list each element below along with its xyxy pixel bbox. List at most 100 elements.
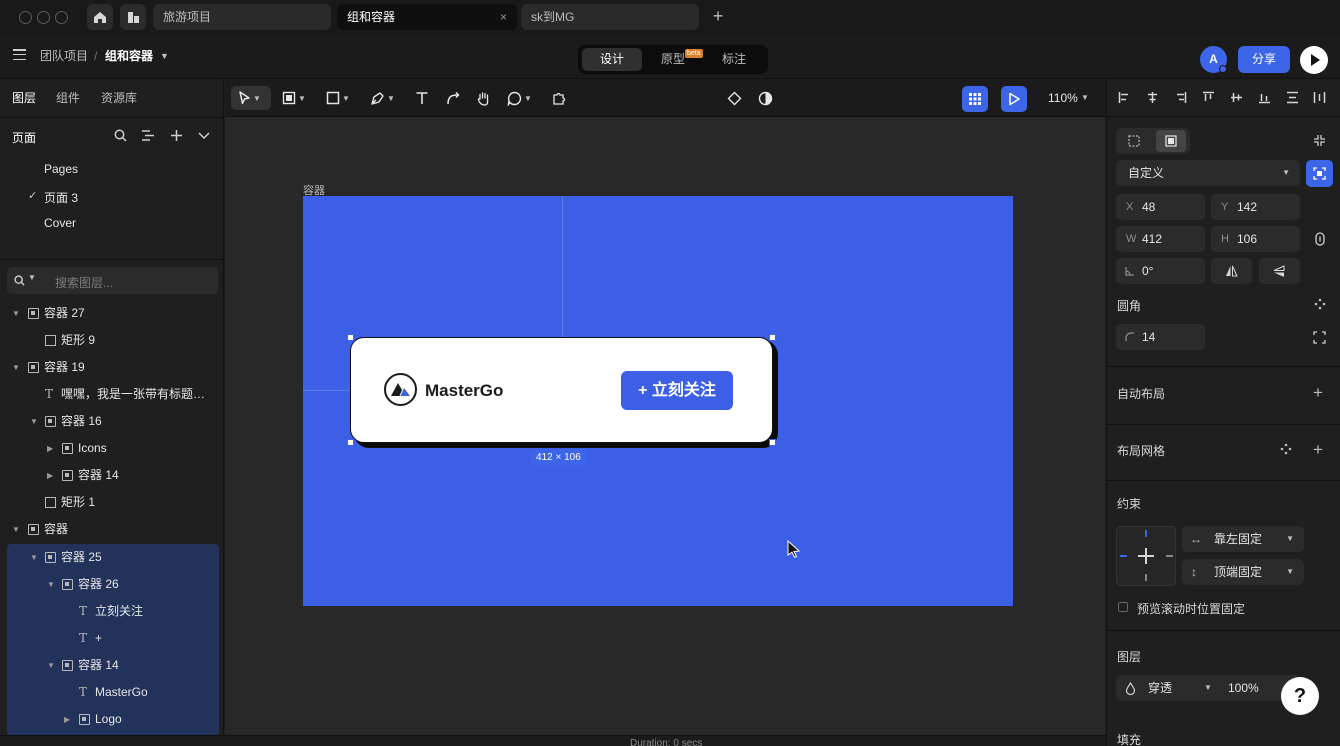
page-item-current[interactable]: 页面 3: [44, 189, 78, 206]
distribute-horizontal-icon[interactable]: [1313, 91, 1326, 104]
layer-row[interactable]: ▶ 容器 14: [0, 462, 224, 489]
flip-vertical-button[interactable]: [1259, 258, 1300, 284]
grid-styles-icon[interactable]: [1280, 443, 1292, 455]
tab-components[interactable]: 组件: [56, 79, 80, 117]
expand-caret-icon[interactable]: ▼: [12, 516, 20, 543]
align-left-icon[interactable]: [1118, 91, 1131, 104]
plugins-tool[interactable]: [551, 86, 566, 110]
help-button[interactable]: ?: [1281, 677, 1319, 715]
add-layout-grid-icon[interactable]: +: [1313, 441, 1323, 458]
sort-pages-icon[interactable]: [141, 129, 155, 142]
chevron-down-icon[interactable]: ▼: [28, 273, 36, 282]
resize-handle[interactable]: [769, 439, 776, 446]
share-button[interactable]: 分享: [1238, 46, 1290, 73]
constraint-left-indicator[interactable]: [1120, 555, 1127, 557]
blend-opacity-field[interactable]: 穿透 ▼ 100%: [1116, 675, 1300, 701]
align-bottom-icon[interactable]: [1258, 91, 1271, 104]
layer-row[interactable]: ▶ Icons: [0, 435, 224, 462]
layer-row[interactable]: T 嘿嘿，我是一张带有标题和几...: [0, 381, 224, 408]
layer-search-input[interactable]: ▼ 搜索图层...: [7, 267, 218, 294]
expand-caret-icon[interactable]: ▶: [47, 462, 53, 489]
constraint-right-indicator[interactable]: [1166, 555, 1173, 557]
close-tab-icon[interactable]: ×: [500, 4, 507, 30]
comment-tool[interactable]: ▼: [507, 86, 532, 110]
mode-annotate[interactable]: 标注: [708, 48, 760, 71]
width-field[interactable]: W 412: [1116, 226, 1205, 252]
expand-caret-icon[interactable]: ▼: [12, 354, 20, 381]
constrain-proportions-icon[interactable]: [1314, 232, 1326, 246]
align-center-h-icon[interactable]: [1146, 91, 1159, 104]
connector-tool[interactable]: [446, 86, 461, 110]
expand-caret-icon[interactable]: ▶: [47, 435, 53, 462]
hand-tool[interactable]: [476, 86, 491, 110]
expand-caret-icon[interactable]: ▼: [30, 544, 38, 571]
zoom-level[interactable]: 110%: [1048, 91, 1078, 105]
preset-select[interactable]: 自定义 ▼: [1116, 160, 1300, 186]
layer-row[interactable]: 矩形 9: [0, 327, 224, 354]
variable-icon[interactable]: [1314, 298, 1326, 310]
tab-travel-project[interactable]: 旅游项目: [153, 4, 331, 30]
move-tool[interactable]: ▼: [231, 86, 271, 110]
rotation-field[interactable]: 0°: [1116, 258, 1205, 284]
layer-row-selected[interactable]: ▶ Logo: [0, 706, 224, 733]
solid-frame-option[interactable]: [1156, 130, 1186, 152]
expand-caret-icon[interactable]: ▼: [12, 300, 20, 327]
tab-groups-containers[interactable]: 组和容器 ×: [337, 4, 517, 30]
expand-caret-icon[interactable]: ▼: [47, 571, 55, 598]
layer-row[interactable]: 矩形 1: [0, 489, 224, 516]
expand-caret-icon[interactable]: ▼: [47, 652, 55, 679]
chevron-down-icon[interactable]: ▼: [160, 34, 169, 79]
component-button[interactable]: [727, 86, 742, 110]
y-field[interactable]: Y 142: [1211, 194, 1300, 220]
collapse-pages-icon[interactable]: [198, 132, 210, 140]
x-field[interactable]: X 48: [1116, 194, 1205, 220]
resize-handle[interactable]: [347, 439, 354, 446]
new-tab-button[interactable]: +: [707, 4, 729, 30]
vertical-constraint-select[interactable]: ↕ 顶端固定 ▼: [1182, 559, 1304, 585]
resize-handle[interactable]: [769, 334, 776, 341]
layer-row[interactable]: ▼ 容器: [0, 516, 224, 543]
tab-assets[interactable]: 资源库: [101, 79, 137, 117]
height-field[interactable]: H 106: [1211, 226, 1300, 252]
mastergo-logo[interactable]: [384, 373, 417, 406]
tab-sk-to-mg[interactable]: sk到MG: [521, 4, 699, 30]
dashed-frame-icon[interactable]: [1128, 135, 1140, 147]
layer-row-selected[interactable]: ▼ 容器 26: [0, 571, 224, 598]
constraint-widget[interactable]: [1116, 526, 1176, 586]
minimize-window-icon[interactable]: [37, 11, 50, 24]
distribute-vertical-icon[interactable]: [1286, 91, 1299, 104]
add-page-icon[interactable]: [170, 129, 183, 142]
fix-on-scroll-checkbox[interactable]: [1118, 602, 1128, 612]
expand-caret-icon[interactable]: ▼: [30, 408, 38, 435]
main-menu-icon[interactable]: [13, 49, 26, 61]
home-button[interactable]: [87, 4, 113, 30]
horizontal-constraint-select[interactable]: ↔ 靠左固定 ▼: [1182, 526, 1304, 552]
independent-corners-icon[interactable]: [1313, 331, 1326, 344]
play-icon[interactable]: [1300, 46, 1328, 74]
follow-button[interactable]: + 立刻关注: [621, 371, 733, 410]
shape-tool[interactable]: ▼: [326, 86, 350, 110]
close-window-icon[interactable]: [19, 11, 32, 24]
layer-row[interactable]: ▼ 容器 19: [0, 354, 224, 381]
frame-tool[interactable]: ▼: [282, 86, 306, 110]
resize-handle[interactable]: [347, 334, 354, 341]
corner-radius-field[interactable]: 14: [1116, 324, 1205, 350]
layer-row[interactable]: ▼ 容器 27: [0, 300, 224, 327]
breadcrumb-team[interactable]: 团队项目: [40, 34, 88, 79]
grid-toggle-button[interactable]: [962, 86, 988, 112]
breadcrumb-file[interactable]: 组和容器: [105, 34, 153, 79]
layer-row-selected[interactable]: ▼ 容器 14: [0, 652, 224, 679]
constraint-top-indicator[interactable]: [1145, 530, 1147, 537]
files-button[interactable]: [120, 4, 146, 30]
chevron-down-icon[interactable]: ▼: [1081, 93, 1089, 102]
layer-row-selected[interactable]: ▼ 容器 25: [0, 544, 224, 571]
layer-row-selected[interactable]: T +: [0, 625, 224, 652]
collapse-icon[interactable]: [1313, 134, 1326, 147]
align-right-icon[interactable]: [1174, 91, 1187, 104]
pen-tool[interactable]: ▼: [370, 86, 395, 110]
scale-mode-button[interactable]: [1306, 160, 1333, 187]
flip-horizontal-button[interactable]: [1211, 258, 1252, 284]
layer-row-selected[interactable]: T MasterGo: [0, 679, 224, 706]
layer-row[interactable]: ▼ 容器 16: [0, 408, 224, 435]
constraint-bottom-indicator[interactable]: [1145, 574, 1147, 581]
